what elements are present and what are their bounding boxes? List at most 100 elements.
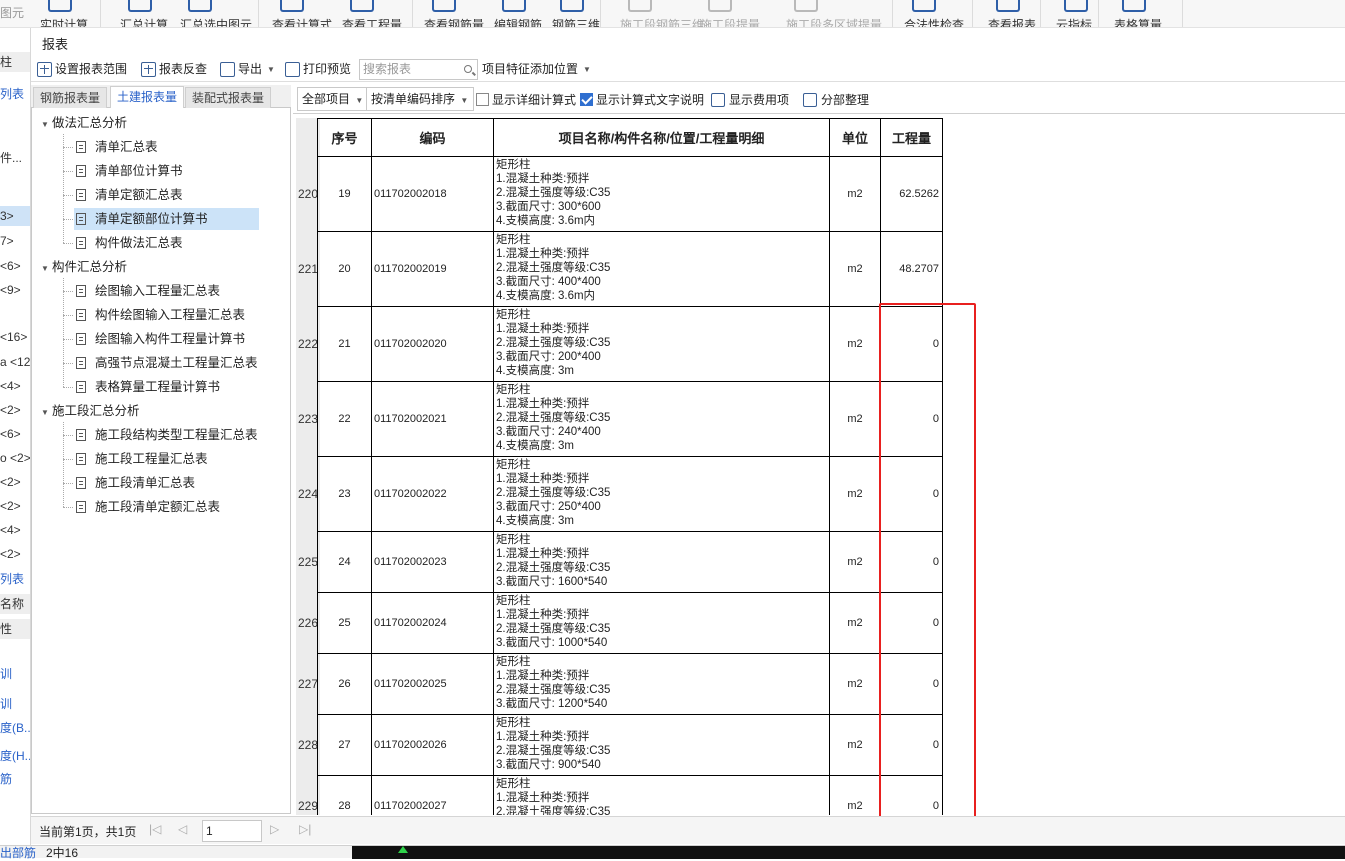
left-strip-item[interactable]: <2>: [0, 544, 21, 564]
print-preview-button[interactable]: 打印预览: [285, 60, 351, 79]
left-strip-item[interactable]: 列表: [0, 84, 24, 104]
left-strip-item[interactable]: 7>: [0, 231, 14, 251]
ribbon-item-5[interactable]: 查看钢筋量: [424, 16, 484, 27]
ribbon-item-14[interactable]: 表格算量: [1114, 16, 1162, 27]
tree-group-0[interactable]: ▼ 做法汇总分析: [32, 112, 127, 134]
table-row[interactable]: 20 011702002019 矩形柱 1.混凝土种类:预拌 2.混凝土强度等级:C35…: [317, 231, 943, 307]
left-strip-item[interactable]: a <12: [0, 352, 30, 372]
tree-item[interactable]: 清单汇总表: [74, 136, 164, 158]
tab-0[interactable]: 钢筋报表量: [33, 87, 108, 108]
show-detail-formula-checkbox[interactable]: 显示详细计算式: [476, 91, 576, 108]
prev-page-icon[interactable]: ◁: [178, 822, 187, 836]
tree-item[interactable]: 构件绘图输入工程量汇总表: [74, 304, 251, 326]
left-strip-item[interactable]: <4>: [0, 376, 21, 396]
ribbon-item-4[interactable]: 查看工程量: [342, 16, 402, 27]
tree-item[interactable]: 清单部位计算书: [74, 160, 189, 182]
left-strip-item[interactable]: o <2>: [0, 448, 30, 468]
ribbon-item-11[interactable]: 合法性检查: [904, 16, 964, 27]
tab-2[interactable]: 装配式报表量: [185, 87, 272, 108]
tree-item[interactable]: 绘图输入构件工程量计算书: [74, 328, 251, 350]
table-row[interactable]: 22 011702002021 矩形柱 1.混凝土种类:预拌 2.混凝土强度等级:C35…: [317, 381, 943, 457]
left-strip-item[interactable]: 训: [0, 694, 12, 714]
ribbon-item-1[interactable]: 汇总计算: [120, 16, 168, 27]
left-strip-item[interactable]: 筋: [0, 769, 12, 789]
ribbon-item-12[interactable]: 查看报表: [988, 16, 1036, 27]
show-cost-items-button[interactable]: 显示费用项: [711, 91, 789, 108]
page-number-input[interactable]: 1: [202, 820, 262, 842]
table-row[interactable]: 24 011702002023 矩形柱 1.混凝土种类:预拌 2.混凝土强度等级:C35…: [317, 531, 943, 593]
tree-item[interactable]: 表格算量工程量计算书: [74, 376, 226, 398]
feature-position-dropdown[interactable]: 项目特征添加位置 ▼: [482, 60, 591, 79]
tree-item[interactable]: 构件做法汇总表: [74, 232, 189, 254]
ribbon-item-0[interactable]: 实时计算: [40, 16, 88, 27]
left-strip-item[interactable]: <16>: [0, 327, 27, 347]
left-strip-item[interactable]: <9>: [0, 280, 21, 300]
tree-group-1[interactable]: ▼ 构件汇总分析: [32, 256, 127, 278]
left-strip-item[interactable]: 名称: [0, 594, 30, 614]
ribbon-item-10[interactable]: 施工段多区域提量: [786, 16, 882, 27]
left-strip-item[interactable]: <2>: [0, 472, 21, 492]
table-row[interactable]: 21 011702002020 矩形柱 1.混凝土种类:预拌 2.混凝土强度等级:C35…: [317, 306, 943, 382]
first-page-icon[interactable]: |◁: [149, 822, 161, 836]
ribbon-item-3[interactable]: 查看计算式: [272, 16, 332, 27]
left-strip-item[interactable]: 件...: [0, 148, 22, 168]
ribbon-item-7[interactable]: 钢筋三维: [552, 16, 600, 27]
cell-code: 011702002020: [371, 306, 494, 382]
table-row[interactable]: 25 011702002024 矩形柱 1.混凝土种类:预拌 2.混凝土强度等级:C35…: [317, 592, 943, 654]
table-row[interactable]: 28 011702002027 矩形柱 1.混凝土种类:预拌 2.混凝土强度等级:C35…: [317, 775, 943, 815]
ribbon-item-13[interactable]: 云指标: [1056, 16, 1092, 27]
status-left-text: 出部筋: [0, 846, 37, 860]
sort-by-select[interactable]: 按清单编码排序 ▼: [366, 87, 474, 111]
left-strip-item[interactable]: 3>: [0, 206, 30, 226]
next-page-icon[interactable]: ▷: [270, 822, 279, 836]
all-items-select[interactable]: 全部项目 ▼: [297, 87, 367, 111]
search-icon[interactable]: [464, 65, 472, 73]
ribbon-item-2[interactable]: 汇总选中图元: [180, 16, 252, 27]
expand-triangle-icon[interactable]: ▼: [38, 114, 52, 136]
show-formula-text-checkbox[interactable]: 显示计算式文字说明: [580, 91, 704, 108]
set-report-range-button[interactable]: 设置报表范围: [37, 60, 127, 79]
ribbon-item-8[interactable]: 施工段钢筋三维: [620, 16, 704, 27]
table-row[interactable]: 19 011702002018 矩形柱 1.混凝土种类:预拌 2.混凝土强度等级:C35…: [317, 156, 943, 232]
left-strip-item[interactable]: <6>: [0, 424, 21, 444]
chevron-down-icon: ▼: [583, 65, 591, 74]
left-strip-item[interactable]: 训: [0, 664, 12, 684]
cell-name: 矩形柱 1.混凝土种类:预拌 2.混凝土强度等级:C35 3.截面尺寸: 200*40…: [493, 306, 830, 382]
left-strip-item[interactable]: <6>: [0, 256, 21, 276]
report-search-input[interactable]: 搜索报表: [359, 59, 478, 80]
table-row[interactable]: 27 011702002026 矩形柱 1.混凝土种类:预拌 2.混凝土强度等级:C35…: [317, 714, 943, 776]
tree-item[interactable]: 绘图输入工程量汇总表: [74, 280, 226, 302]
tree-item[interactable]: 清单定额汇总表: [74, 184, 189, 206]
left-strip-item[interactable]: 度(B...: [0, 718, 30, 738]
export-button[interactable]: 导出 ▼: [220, 60, 275, 79]
tree-item[interactable]: 施工段工程量汇总表: [74, 448, 214, 470]
ribbon-item-9[interactable]: 施工段提量: [700, 16, 760, 27]
left-strip-item[interactable]: 性: [0, 619, 30, 639]
table-row[interactable]: 23 011702002022 矩形柱 1.混凝土种类:预拌 2.混凝土强度等级:C35…: [317, 456, 943, 532]
cell-name: 矩形柱 1.混凝土种类:预拌 2.混凝土强度等级:C35 3.截面尺寸: 240*40…: [493, 381, 830, 457]
tab-1[interactable]: 土建报表量: [110, 86, 185, 108]
ribbon-item-6[interactable]: 编辑钢筋: [494, 16, 542, 27]
left-strip-item[interactable]: <2>: [0, 400, 21, 420]
tree-item[interactable]: 施工段清单定额汇总表: [74, 496, 226, 518]
tree-item[interactable]: 清单定额部位计算书: [74, 208, 259, 230]
report-reverse-check-button[interactable]: 报表反查: [141, 60, 207, 79]
tree-item[interactable]: 施工段结构类型工程量汇总表: [74, 424, 264, 446]
left-strip-item[interactable]: 柱: [0, 52, 30, 72]
tree-group-2[interactable]: ▼ 施工段汇总分析: [32, 400, 139, 424]
report-preview-area[interactable]: 220 221 222 223 224 225 226 227 228 229 序号 编码 项目名…: [293, 113, 1345, 815]
table-row[interactable]: 26 011702002025 矩形柱 1.混凝土种类:预拌 2.混凝土强度等级:C35…: [317, 653, 943, 715]
checkbox-checked-icon[interactable]: [580, 93, 593, 106]
left-strip-item[interactable]: 度(H...: [0, 746, 30, 766]
checkbox-icon[interactable]: [476, 93, 489, 106]
left-strip-item[interactable]: <4>: [0, 520, 21, 540]
expand-triangle-icon[interactable]: ▼: [38, 402, 52, 424]
expand-triangle-icon[interactable]: ▼: [38, 258, 52, 280]
cell-qty: 0: [880, 653, 943, 715]
left-strip-item[interactable]: 列表: [0, 569, 24, 589]
section-sort-button[interactable]: 分部整理: [803, 91, 869, 108]
tree-item[interactable]: 施工段清单汇总表: [74, 472, 201, 494]
tree-item[interactable]: 高强节点混凝土工程量汇总表: [74, 352, 264, 374]
left-strip-item[interactable]: <2>: [0, 496, 21, 516]
last-page-icon[interactable]: ▷|: [299, 822, 311, 836]
